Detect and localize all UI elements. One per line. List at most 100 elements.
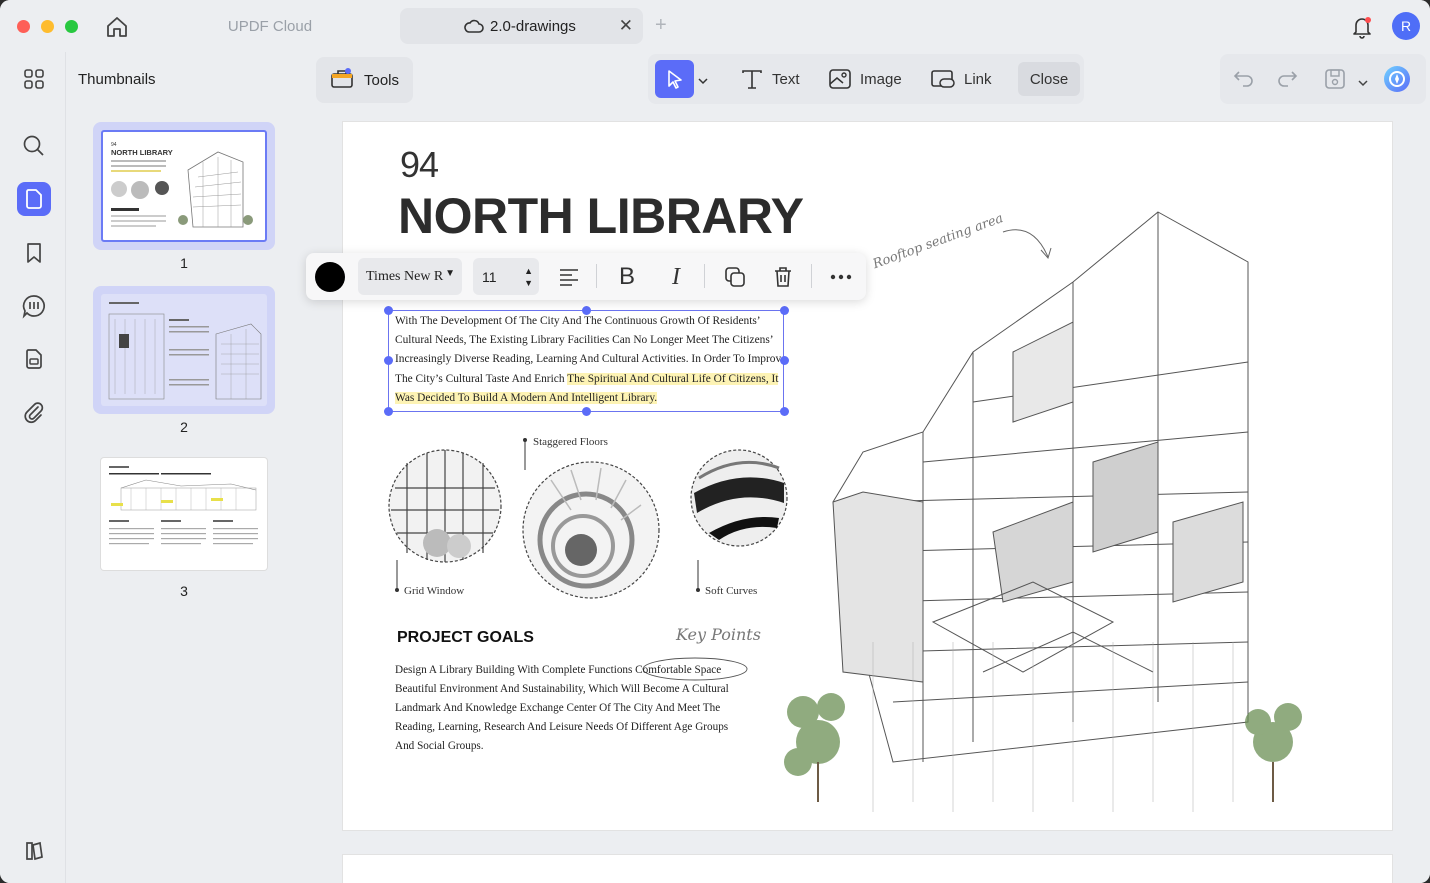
staggered-floors-image [522, 461, 660, 599]
thumbnail-image: 94 NORTH LIBRARY [101, 130, 267, 242]
goals-line: Beautiful Environment And Sustainability… [395, 683, 729, 695]
image-label: Image [860, 70, 902, 88]
thumbnails-panel: Thumbnails 94 NORTH LIBRARY 1 2 3 [66, 52, 306, 883]
tab-document[interactable]: 2.0-drawings ✕ [400, 8, 643, 44]
goals-line: Design A Library Building With Complete … [395, 664, 722, 676]
tab-label: 2.0-drawings [490, 17, 576, 35]
new-tab-icon[interactable]: + [655, 14, 667, 37]
text-icon [742, 70, 762, 89]
grid-window-label: Grid Window [404, 585, 465, 597]
avatar[interactable]: R [1392, 12, 1420, 40]
add-link-button[interactable]: Link [930, 66, 992, 92]
stepper-arrows-icon[interactable]: ▲ ▼ [524, 265, 533, 289]
tools-label: Tools [364, 71, 400, 89]
divider [704, 264, 705, 288]
soft-curves-label: Soft Curves [705, 585, 758, 597]
tab-close-icon[interactable]: ✕ [619, 16, 633, 36]
resize-handle[interactable] [384, 306, 393, 315]
align-left-icon[interactable] [556, 264, 582, 290]
home-icon[interactable] [104, 14, 130, 40]
font-family-select[interactable]: Times New R ▼ [358, 258, 462, 295]
link-icon [931, 70, 955, 88]
goals-line: And Social Groups. [395, 740, 484, 752]
resize-handle[interactable] [780, 306, 789, 315]
chevron-down-icon[interactable] [698, 72, 708, 90]
pdf-page-2[interactable] [343, 855, 1392, 883]
resize-handle[interactable] [384, 407, 393, 416]
thumbnails-icon[interactable] [17, 62, 51, 96]
staggered-floors-label: Staggered Floors [533, 436, 608, 448]
title-bar: UPDF Cloud 2.0-drawings ✕ + R [0, 0, 1430, 52]
ai-assistant-icon[interactable] [1382, 64, 1412, 99]
text-selection-box [388, 310, 784, 412]
goals-line: Landmark And Knowledge Exchange Center O… [395, 702, 721, 714]
thumbnail-image [101, 458, 267, 570]
edit-toolbar: Text Image Link Close [648, 54, 1084, 104]
redo-icon[interactable] [1276, 68, 1298, 93]
caret-down-icon: ▼ [445, 268, 455, 279]
key-points-annotation: Key Points [676, 625, 761, 644]
left-icon-rail [0, 52, 66, 883]
undo-icon[interactable] [1233, 68, 1255, 93]
notification-bell-icon[interactable] [1350, 14, 1374, 45]
goals-line: Reading, Learning, Research And Leisure … [395, 721, 729, 733]
link-label: Link [964, 70, 992, 88]
thumbnail-page-2[interactable]: 2 [93, 286, 275, 435]
divider [596, 264, 597, 288]
grid-window-image [388, 449, 502, 563]
resize-handle[interactable] [780, 407, 789, 416]
search-icon[interactable] [17, 129, 51, 163]
resize-handle[interactable] [384, 356, 393, 365]
project-goals-heading: PROJECT GOALS [397, 629, 534, 646]
toolbox-icon [330, 67, 354, 93]
comments-icon[interactable] [17, 289, 51, 323]
pointer-line [523, 438, 527, 470]
minimize-window-button[interactable] [41, 20, 54, 33]
add-text-button[interactable]: Text [740, 66, 800, 92]
image-icon [829, 69, 851, 89]
thumbnail-page-number: 2 [180, 419, 188, 435]
italic-icon[interactable]: I [663, 264, 689, 290]
right-toolbar [1220, 54, 1426, 104]
resize-handle[interactable] [582, 407, 591, 416]
project-goals-text: Design A Library Building With Complete … [395, 661, 745, 756]
font-family-value: Times New R [366, 268, 444, 284]
add-image-button[interactable]: Image [828, 66, 902, 92]
cloud-icon [464, 17, 484, 39]
panel-title: Thumbnails [78, 71, 156, 88]
close-window-button[interactable] [17, 20, 30, 33]
resize-handle[interactable] [582, 306, 591, 315]
layers-icon[interactable] [17, 834, 51, 868]
forms-icon[interactable] [17, 342, 51, 376]
zoom-window-button[interactable] [65, 20, 78, 33]
bold-icon[interactable]: B [614, 263, 640, 290]
save-icon[interactable] [1323, 67, 1347, 96]
app-window: UPDF Cloud 2.0-drawings ✕ + R Thumbnails… [0, 0, 1430, 883]
attachment-icon[interactable] [17, 395, 51, 429]
cursor-icon [667, 70, 682, 89]
font-color-picker[interactable] [315, 262, 345, 292]
pointer-line [395, 560, 399, 592]
svg-text:NORTH LIBRARY: NORTH LIBRARY [111, 148, 173, 157]
tools-button[interactable]: Tools [316, 57, 413, 103]
tab-updf-cloud[interactable]: UPDF Cloud [160, 8, 380, 44]
duplicate-icon[interactable] [722, 264, 748, 290]
thumbnail-page-3[interactable]: 3 [93, 450, 275, 599]
pdf-page-1[interactable]: 94 NORTH LIBRARY Rooftop seating area Wi… [343, 122, 1392, 830]
close-edit-button[interactable]: Close [1018, 62, 1080, 96]
text-format-toolbar: Times New R ▼ 11 ▲ ▼ B I [306, 253, 866, 300]
thumbnail-page-1[interactable]: 94 NORTH LIBRARY 1 [93, 122, 275, 271]
soft-curves-image [690, 449, 788, 547]
page-title: NORTH LIBRARY [398, 188, 804, 244]
pages-icon[interactable] [17, 182, 51, 216]
resize-handle[interactable] [780, 356, 789, 365]
more-options-icon[interactable] [828, 264, 854, 290]
thumbnail-page-number: 3 [180, 583, 188, 599]
select-tool-button[interactable] [655, 60, 694, 98]
trash-icon[interactable] [770, 264, 796, 290]
font-size-stepper[interactable]: 11 ▲ ▼ [473, 258, 539, 295]
bookmark-icon[interactable] [17, 236, 51, 270]
pointer-line [696, 560, 700, 592]
tab-label: UPDF Cloud [227, 17, 313, 35]
chevron-down-icon[interactable] [1358, 74, 1368, 92]
